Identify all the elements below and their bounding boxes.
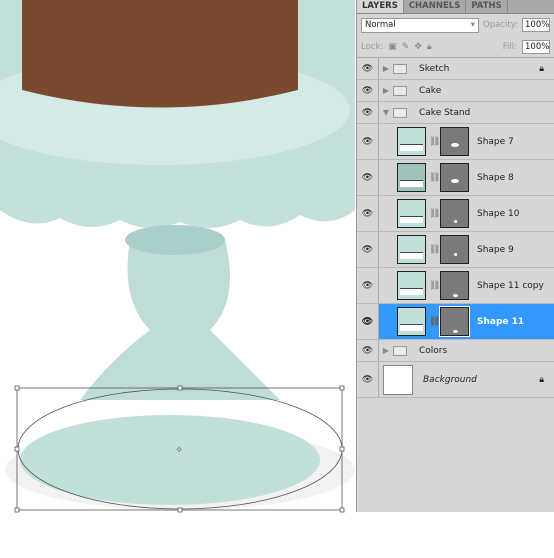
layer-thumbnail — [397, 199, 426, 228]
folder-icon — [393, 107, 407, 118]
layer-thumbnail — [397, 271, 426, 300]
vector-mask-thumbnail — [440, 199, 469, 228]
opacity-input[interactable]: 100% — [522, 18, 550, 32]
layer-thumbnail — [397, 307, 426, 336]
link-icon[interactable]: ⛓ — [429, 245, 440, 255]
opacity-label: Opacity: — [483, 20, 518, 30]
layer-name: Shape 11 copy — [477, 280, 544, 291]
eye-icon[interactable]: 👁︎ — [357, 124, 379, 159]
layer-name: Colors — [419, 345, 448, 356]
document-canvas[interactable]: ✧ — [0, 0, 355, 554]
expand-triangle-icon[interactable]: ▶ — [379, 64, 393, 73]
lock-label: Lock: — [361, 41, 384, 52]
svg-text:✧: ✧ — [175, 445, 183, 456]
tab-layers[interactable]: LAYERS — [357, 0, 404, 13]
cake-layer — [22, 0, 298, 108]
vector-mask-thumbnail — [440, 127, 469, 156]
chevron-down-icon: ▾ — [470, 19, 476, 30]
layer-name: Sketch — [419, 63, 450, 74]
layer-name: Shape 8 — [477, 172, 514, 183]
layer-thumbnail — [397, 127, 426, 156]
vector-mask-thumbnail — [440, 271, 469, 300]
layers-panel: LAYERS CHANNELS PATHS Normal ▾ Opacity: 1… — [356, 0, 554, 512]
layer-sketch[interactable]: 👁︎ ▶ Sketch 🔒︎ — [357, 58, 554, 80]
expand-triangle-icon[interactable]: ▶ — [379, 86, 393, 95]
folder-icon — [393, 63, 407, 74]
layer-colors[interactable]: 👁︎ ▶ Colors — [357, 340, 554, 362]
eye-icon[interactable]: 👁︎ — [357, 102, 379, 123]
link-icon[interactable]: ⛓ — [429, 317, 440, 327]
fill-input[interactable]: 100% — [522, 39, 550, 54]
eye-icon[interactable]: 👁︎ — [357, 80, 379, 101]
layer-thumbnail — [397, 235, 426, 264]
layer-shape-10[interactable]: 👁︎ ⛓ Shape 10 — [357, 196, 554, 232]
link-icon[interactable]: ⛓ — [429, 209, 440, 219]
layer-name: Shape 11 — [477, 316, 525, 327]
link-icon[interactable]: ⛓ — [429, 173, 440, 183]
vector-mask-thumbnail — [440, 235, 469, 264]
blend-mode-select[interactable]: Normal ▾ — [361, 17, 480, 33]
folder-icon — [393, 345, 407, 356]
layer-background[interactable]: 👁︎ Background 🔒︎ — [357, 362, 554, 398]
eye-icon[interactable]: 👁︎ — [357, 232, 379, 267]
eye-icon[interactable]: 👁︎ — [357, 362, 379, 397]
eye-icon[interactable]: 👁︎ — [357, 304, 379, 339]
folder-icon — [393, 85, 407, 96]
layer-name: Shape 7 — [477, 136, 514, 147]
layer-shape-11[interactable]: 👁︎ ⛓ Shape 11 — [357, 304, 554, 340]
layer-cake-stand[interactable]: 👁︎ ▼ Cake Stand — [357, 102, 554, 124]
lock-position-icon[interactable]: ✥ — [414, 42, 422, 52]
layer-shape-8[interactable]: 👁︎ ⛓ Shape 8 — [357, 160, 554, 196]
layer-shape-9[interactable]: 👁︎ ⛓ Shape 9 — [357, 232, 554, 268]
lock-icon: 🔒︎ — [539, 63, 544, 74]
vector-mask-thumbnail — [440, 163, 469, 192]
blend-mode-value: Normal — [365, 19, 396, 30]
lock-icon: 🔒︎ — [539, 374, 544, 385]
eye-icon[interactable]: 👁︎ — [357, 160, 379, 195]
vector-mask-thumbnail — [439, 306, 470, 337]
lock-transparent-icon[interactable]: ▣ — [388, 42, 397, 52]
collapse-triangle-icon[interactable]: ▼ — [379, 108, 393, 117]
layer-name: Shape 9 — [477, 244, 514, 255]
layer-name: Shape 10 — [477, 208, 520, 219]
lock-image-icon[interactable]: ✎ — [402, 42, 410, 52]
lock-all-icon[interactable]: 🔒︎ — [427, 42, 432, 52]
tab-paths[interactable]: PATHS — [466, 0, 508, 13]
layer-thumbnail — [383, 364, 413, 395]
eye-icon[interactable]: 👁︎ — [357, 196, 379, 231]
layer-name: Background — [423, 374, 477, 385]
layer-shape-11-copy[interactable]: 👁︎ ⛓ Shape 11 copy — [357, 268, 554, 304]
link-icon[interactable]: ⛓ — [429, 281, 440, 291]
cake-stand-artwork: ✧ — [0, 0, 355, 513]
layer-name: Cake Stand — [419, 107, 471, 118]
layer-name: Cake — [419, 85, 442, 96]
tab-channels[interactable]: CHANNELS — [404, 0, 467, 13]
eye-icon[interactable]: 👁︎ — [357, 340, 379, 361]
layer-thumbnail — [397, 163, 426, 192]
fill-label: Fill: — [502, 41, 517, 52]
eye-icon[interactable]: 👁︎ — [357, 268, 379, 303]
link-icon[interactable]: ⛓ — [429, 137, 440, 147]
layer-shape-7[interactable]: 👁︎ ⛓ Shape 7 — [357, 124, 554, 160]
eye-icon[interactable]: 👁︎ — [357, 58, 379, 79]
expand-triangle-icon[interactable]: ▶ — [379, 346, 393, 355]
layer-cake[interactable]: 👁︎ ▶ Cake — [357, 80, 554, 102]
